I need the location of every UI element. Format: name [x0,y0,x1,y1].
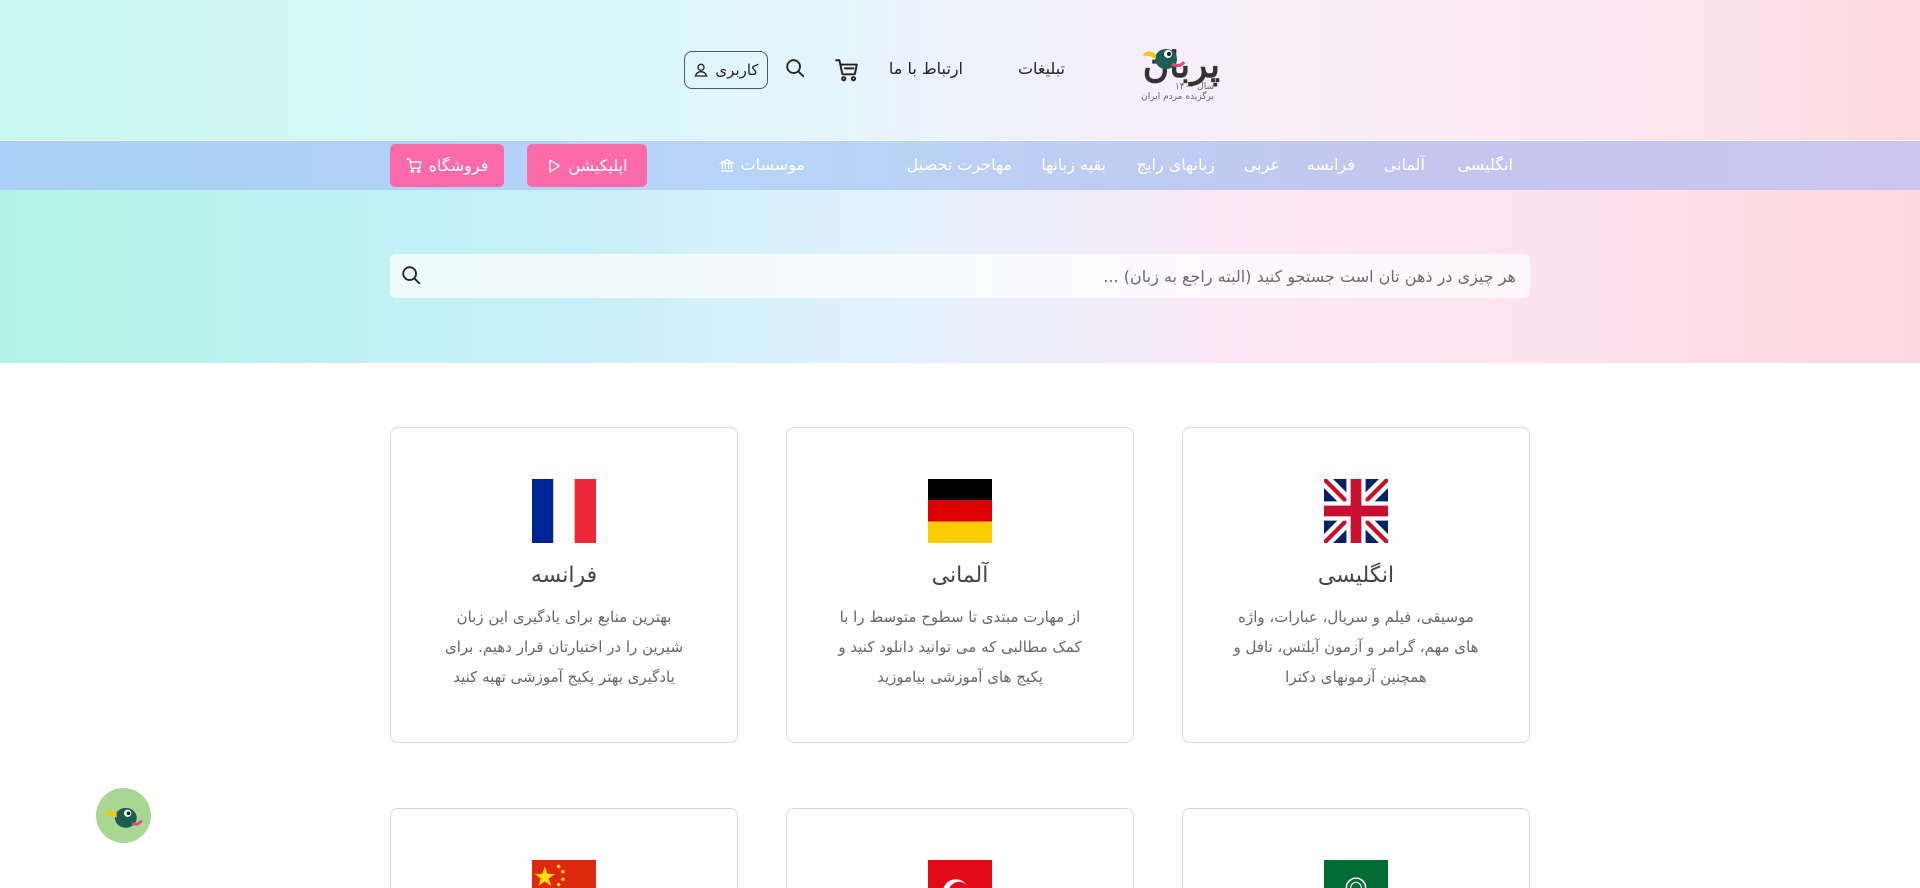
logo-subtitle: برگزیده مردم ایران [1141,92,1214,102]
menu-item-english[interactable]: انگلیسی [1458,155,1513,174]
language-card-german[interactable]: آلمانی از مهارت مبتدی تا سطوح متوسط را ب… [786,427,1134,743]
saudi-flag-icon [1324,860,1388,888]
toucan-icon [1143,49,1186,69]
hero-search-section [0,190,1920,363]
uk-flag-icon [1324,479,1388,543]
language-card-french[interactable]: فرانسه بهترین منابع برای یادگیری این زبا… [390,427,738,743]
language-card-turkish[interactable] [786,808,1134,888]
card-description: موسیقی، فیلم و سریال، عبارات، واژه های م… [1233,608,1479,686]
menu-item-french[interactable]: فرانسه [1307,155,1355,174]
app-button-label: اپلیکیشن [568,156,628,175]
site-logo[interactable]: پربان سال ۱۴۰۰ برگزیده مردم ایران [1090,35,1222,105]
institution-icon [718,158,735,172]
menu-item-arabic[interactable]: عربی [1244,155,1280,174]
menu-item-german[interactable]: آلمانی [1384,155,1425,174]
search-icon[interactable] [784,57,810,83]
cart-icon[interactable] [834,57,860,83]
card-title: انگلیسی [1317,563,1395,588]
user-button-label: کاربری [715,62,759,79]
app-button[interactable]: اپلیکیشن [527,144,647,187]
menu-item-institutes[interactable]: موسسات [718,155,805,174]
main-menu: انگلیسی آلمانی فرانسه عربی زبانهای رایج … [0,141,1920,190]
search-box [390,254,1530,298]
cart-icon [406,158,422,173]
card-title: آلمانی [931,563,989,588]
shop-button[interactable]: فروشگاه [390,144,504,187]
card-description: بهترین منابع برای یادگیری این زبان شیرین… [444,608,684,686]
search-submit-icon[interactable] [400,264,424,288]
header-content: پربان سال ۱۴۰۰ برگزیده مردم ایران تبلیغا… [684,35,1222,105]
china-flag-icon [532,860,596,888]
nav-ads-link[interactable]: تبلیغات [1018,59,1065,78]
language-card-chinese[interactable] [390,808,738,888]
language-card-arabic[interactable] [1182,808,1530,888]
menu-item-study-migration[interactable]: مهاجرت تحصیل [907,155,1012,174]
language-card-english[interactable]: انگلیسی موسیقی، فیلم و سریال، عبارات، وا… [1182,427,1530,743]
germany-flag-icon [928,479,992,543]
top-header: پربان سال ۱۴۰۰ برگزیده مردم ایران تبلیغا… [0,0,1920,140]
user-account-button[interactable]: کاربری [684,51,768,89]
france-flag-icon [532,479,596,543]
menu-item-common-languages[interactable]: زبانهای رایج [1137,155,1215,174]
menu-item-other-languages[interactable]: بقیه زبانها [1041,155,1106,174]
card-title: فرانسه [530,563,598,588]
play-icon [549,158,561,173]
chat-widget-button[interactable] [96,788,151,843]
card-description: از مهارت مبتدی تا سطوح متوسط را با کمک م… [838,608,1082,686]
toucan-icon [104,807,142,828]
nav-contact-link[interactable]: ارتباط با ما [889,59,963,78]
shop-button-label: فروشگاه [428,156,489,175]
turkey-flag-icon [928,860,992,888]
search-input[interactable] [450,254,1530,298]
logo-mark: پربان [1098,38,1222,86]
user-icon [694,63,709,77]
institutes-label: موسسات [740,155,805,174]
